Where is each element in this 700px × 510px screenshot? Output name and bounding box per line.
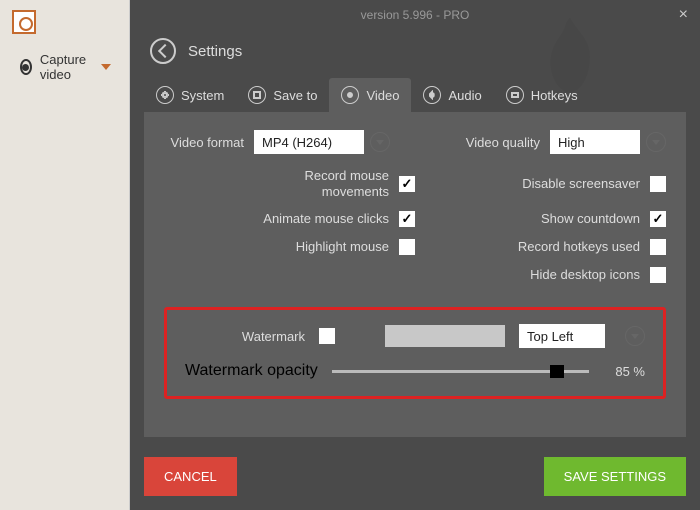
back-button[interactable] bbox=[150, 38, 176, 64]
record-mouse-checkbox[interactable] bbox=[399, 176, 415, 192]
tab-video[interactable]: Video bbox=[329, 78, 411, 112]
record-hotkeys-label: Record hotkeys used bbox=[518, 239, 640, 255]
watermark-label: Watermark bbox=[185, 329, 305, 344]
hide-icons-checkbox[interactable] bbox=[650, 267, 666, 283]
slider-thumb[interactable] bbox=[550, 365, 564, 378]
version-text: version 5.996 - PRO bbox=[361, 8, 470, 22]
main-panel: version 5.996 - PRO × Settings System Sa… bbox=[130, 0, 700, 510]
highlight-mouse-label: Highlight mouse bbox=[296, 239, 389, 255]
chevron-down-icon[interactable] bbox=[370, 132, 390, 152]
video-icon bbox=[341, 86, 359, 104]
tab-system[interactable]: System bbox=[144, 78, 236, 112]
watermark-position-select[interactable]: Top Left bbox=[519, 324, 605, 348]
audio-icon bbox=[423, 86, 441, 104]
animate-clicks-checkbox[interactable] bbox=[399, 211, 415, 227]
chevron-down-icon[interactable] bbox=[625, 326, 645, 346]
hotkeys-icon bbox=[506, 86, 524, 104]
highlight-mouse-checkbox[interactable] bbox=[399, 239, 415, 255]
tab-saveto[interactable]: Save to bbox=[236, 78, 329, 112]
video-format-select[interactable]: MP4 (H264) bbox=[254, 130, 364, 154]
record-mouse-label: Record mouse movements bbox=[289, 168, 389, 199]
show-countdown-checkbox[interactable] bbox=[650, 211, 666, 227]
sidebar: Capture video bbox=[0, 0, 130, 510]
tab-audio[interactable]: Audio bbox=[411, 78, 493, 112]
gear-icon bbox=[156, 86, 174, 104]
watermark-section: Watermark Top Left Watermark opacity 85 … bbox=[164, 307, 666, 399]
hide-icons-label: Hide desktop icons bbox=[530, 267, 640, 283]
record-hotkeys-checkbox[interactable] bbox=[650, 239, 666, 255]
video-quality-select[interactable]: High bbox=[550, 130, 640, 154]
app-title: version 5.996 - PRO × bbox=[130, 0, 700, 26]
cancel-button[interactable]: CANCEL bbox=[144, 457, 237, 496]
save-settings-button[interactable]: SAVE SETTINGS bbox=[544, 457, 686, 496]
settings-title: Settings bbox=[188, 43, 242, 60]
watermark-opacity-slider[interactable] bbox=[332, 370, 589, 373]
video-panel: Video format MP4 (H264) Video quality Hi… bbox=[144, 112, 686, 437]
watermark-checkbox[interactable] bbox=[319, 328, 335, 344]
save-icon bbox=[248, 86, 266, 104]
chevron-down-icon bbox=[101, 64, 111, 70]
chevron-down-icon[interactable] bbox=[646, 132, 666, 152]
settings-tabs: System Save to Video Audio Hotkeys bbox=[130, 68, 700, 112]
disable-screensaver-checkbox[interactable] bbox=[650, 176, 666, 192]
app-logo bbox=[12, 10, 36, 34]
video-format-label: Video format bbox=[164, 135, 254, 150]
video-quality-label: Video quality bbox=[466, 135, 550, 150]
watermark-opacity-label: Watermark opacity bbox=[185, 362, 318, 380]
capture-video-label: Capture video bbox=[40, 52, 93, 82]
watermark-opacity-value: 85 % bbox=[603, 364, 645, 379]
record-icon bbox=[20, 59, 32, 75]
watermark-path-input[interactable] bbox=[385, 325, 505, 347]
animate-clicks-label: Animate mouse clicks bbox=[263, 211, 389, 227]
capture-video-item[interactable]: Capture video bbox=[0, 44, 129, 90]
show-countdown-label: Show countdown bbox=[541, 211, 640, 227]
flame-decoration bbox=[530, 10, 610, 100]
disable-screensaver-label: Disable screensaver bbox=[522, 176, 640, 192]
close-icon[interactable]: × bbox=[679, 6, 688, 24]
